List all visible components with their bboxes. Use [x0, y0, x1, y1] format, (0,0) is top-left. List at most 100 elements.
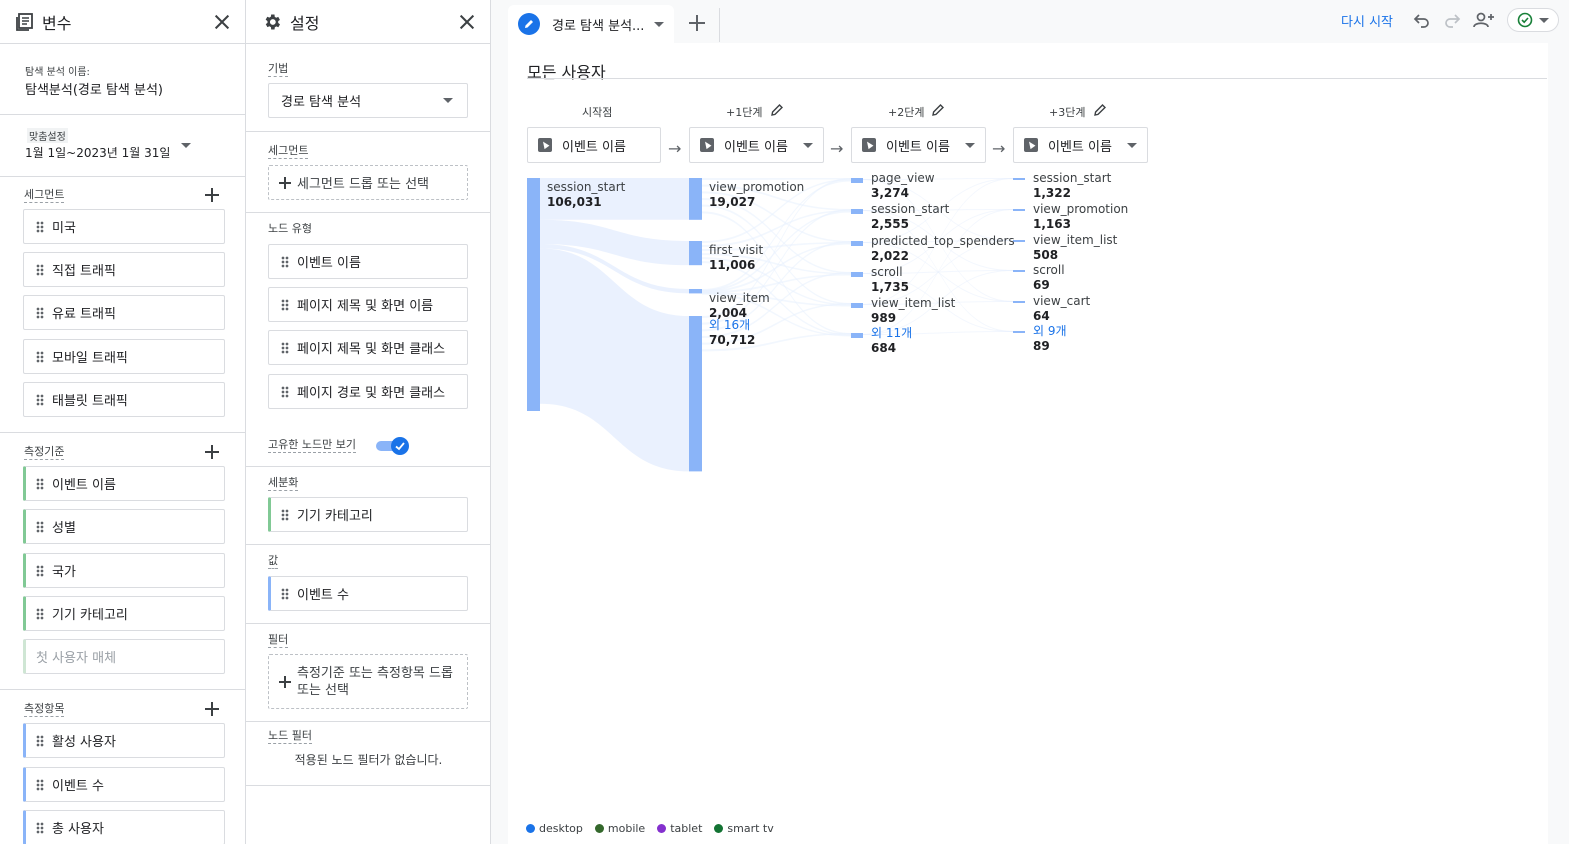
path-node[interactable] [851, 333, 863, 338]
dimension-chip[interactable]: 이벤트 이름 [23, 466, 225, 501]
node-value: 64 [1033, 309, 1050, 323]
filter-label: 필터 [268, 633, 289, 648]
drag-handle-icon[interactable] [281, 298, 289, 311]
check-circle-icon [1517, 12, 1533, 28]
legend-label: mobile [607, 822, 646, 835]
variables-panel: 변수 탐색 분석 이름: 탐색분석(경로 탐색 분석) 맞춤설정 1월 1일~2… [0, 0, 246, 844]
drag-handle-icon[interactable] [36, 821, 44, 834]
path-node[interactable] [1013, 331, 1025, 333]
segment-chip[interactable]: 미국 [23, 209, 225, 244]
node-value: 508 [1033, 248, 1059, 262]
add-segment-icon[interactable] [205, 188, 219, 202]
settings-panel: 설정 [246, 0, 491, 844]
drag-handle-icon[interactable] [36, 393, 44, 406]
path-node[interactable] [851, 303, 863, 308]
node-type-chip[interactable]: 페이지 제목 및 화면 클래스 [268, 330, 468, 365]
gear-icon [265, 14, 280, 29]
legend-label: desktop [539, 822, 583, 835]
unique-nodes-toggle[interactable] [376, 437, 410, 455]
chevron-down-icon[interactable] [654, 21, 665, 27]
dimension-chip[interactable]: 기기 카테고리 [23, 596, 225, 631]
path-node[interactable] [851, 209, 863, 214]
path-node[interactable] [527, 178, 540, 411]
dimension-chip-placeholder[interactable]: 첫 사용자 매체 [23, 639, 225, 674]
path-node[interactable] [689, 241, 702, 266]
tab-path-exploration[interactable]: 경로 탐색 분석... [508, 5, 674, 43]
segment-drop-zone[interactable]: 세그먼트 드롭 또는 선택 [268, 165, 468, 200]
node-type-chip[interactable]: 이벤트 이름 [268, 244, 468, 279]
drag-handle-icon[interactable] [281, 341, 289, 354]
drag-handle-icon[interactable] [36, 477, 44, 490]
legend-dot-icon [594, 824, 604, 833]
drag-handle-icon[interactable] [36, 350, 44, 363]
drag-handle-icon[interactable] [281, 385, 289, 398]
path-node[interactable] [851, 241, 863, 246]
dimension-chip[interactable]: 국가 [23, 553, 225, 588]
path-node[interactable] [1013, 178, 1025, 180]
date-range-value: 1월 1일~2023년 1월 31일 [25, 146, 171, 160]
node-type-chip[interactable]: 페이지 제목 및 화면 이름 [268, 287, 468, 322]
node-name: session_start [871, 202, 950, 216]
drag-handle-icon[interactable] [36, 306, 44, 319]
path-node[interactable] [689, 289, 702, 294]
path-node[interactable] [851, 178, 863, 183]
filter-drop-zone[interactable]: 측정기준 또는 측정항목 드롭 또는 선택 [268, 654, 468, 709]
undo-icon[interactable] [1413, 11, 1431, 29]
metric-chip[interactable]: 총 사용자 [23, 810, 225, 844]
exploration-name-label: 탐색 분석 이름: [25, 67, 90, 78]
divider [246, 721, 491, 722]
more-nodes-link[interactable]: 외 11개 [871, 326, 912, 340]
pencil-icon [518, 13, 540, 35]
add-tab-icon[interactable] [689, 15, 705, 31]
chevron-down-icon[interactable] [181, 143, 191, 148]
date-range-section[interactable]: 맞춤설정 1월 1일~2023년 1월 31일 [0, 115, 245, 177]
add-dimension-icon[interactable] [205, 445, 219, 459]
more-nodes-link[interactable]: 외 9개 [1033, 324, 1067, 338]
add-user-icon[interactable] [1473, 11, 1495, 29]
drag-handle-icon[interactable] [36, 263, 44, 276]
segment-chip[interactable]: 직접 트래픽 [23, 252, 225, 287]
status-menu[interactable] [1507, 8, 1559, 32]
add-metric-icon[interactable] [205, 702, 219, 716]
path-node[interactable] [689, 178, 702, 220]
path-node[interactable] [851, 272, 863, 277]
path-node[interactable] [689, 316, 702, 472]
drag-handle-icon[interactable] [36, 778, 44, 791]
drag-handle-icon[interactable] [281, 508, 289, 521]
redo-icon[interactable] [1443, 11, 1461, 29]
segment-chip[interactable]: 모바일 트래픽 [23, 339, 225, 374]
variables-icon [16, 12, 33, 31]
legend-item: desktop [526, 822, 583, 835]
path-node[interactable] [1013, 270, 1025, 272]
close-icon[interactable] [213, 13, 231, 31]
drag-handle-icon[interactable] [36, 607, 44, 620]
drag-handle-icon[interactable] [36, 220, 44, 233]
segment-chip[interactable]: 태블릿 트래픽 [23, 382, 225, 417]
metric-chip[interactable]: 활성 사용자 [23, 723, 225, 758]
path-node[interactable] [1013, 209, 1025, 211]
segment-chip[interactable]: 유료 트래픽 [23, 295, 225, 330]
unique-nodes-label: 고유한 노드만 보기 [268, 438, 356, 453]
more-nodes-link[interactable]: 외 16개 [709, 318, 750, 332]
path-node[interactable] [1013, 301, 1025, 303]
path-node[interactable] [1013, 240, 1025, 242]
node-name: first_visit [709, 243, 764, 257]
close-icon[interactable] [458, 13, 476, 31]
drag-handle-icon[interactable] [281, 255, 289, 268]
drag-handle-icon[interactable] [36, 734, 44, 747]
dimension-chip[interactable]: 성별 [23, 509, 225, 544]
node-type-chip[interactable]: 페이지 경로 및 화면 클래스 [268, 374, 468, 409]
exploration-name-input[interactable]: 탐색분석(경로 탐색 분석) [25, 79, 163, 98]
breakdown-chip[interactable]: 기기 카테고리 [268, 497, 468, 532]
tab-bar: 경로 탐색 분석... 다시 시작 [491, 0, 1569, 43]
divider [246, 785, 491, 786]
restart-button[interactable]: 다시 시작 [1341, 11, 1393, 30]
drag-handle-icon[interactable] [281, 587, 289, 600]
drag-handle-icon[interactable] [36, 564, 44, 577]
settings-header: 설정 [246, 0, 490, 44]
legend-label: smart tv [727, 822, 774, 835]
value-chip[interactable]: 이벤트 수 [268, 576, 468, 611]
drag-handle-icon[interactable] [36, 520, 44, 533]
metric-chip[interactable]: 이벤트 수 [23, 767, 225, 802]
technique-select[interactable]: 경로 탐색 분석 [268, 83, 468, 118]
